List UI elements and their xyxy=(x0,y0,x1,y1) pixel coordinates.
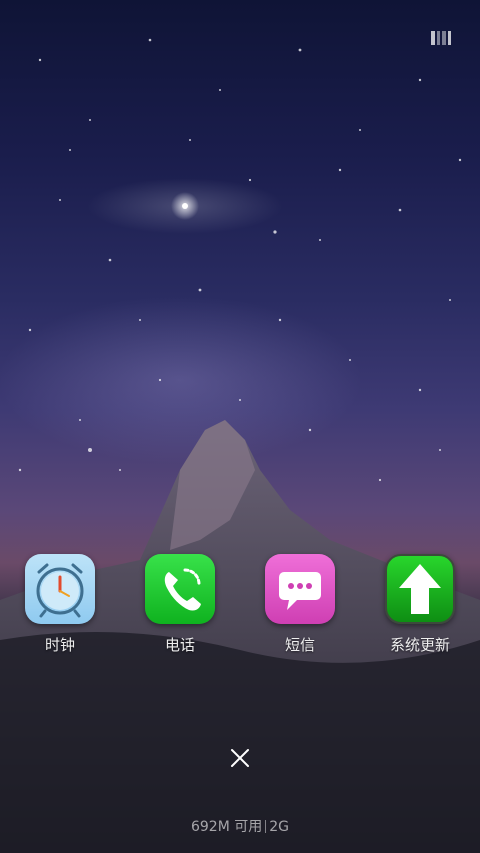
app-phone[interactable]: 电话 xyxy=(120,554,240,655)
memory-available: 692M 可用 xyxy=(190,819,263,835)
app-label: 电话 xyxy=(164,636,195,654)
app-label: 时钟 xyxy=(44,636,75,654)
recent-apps-icon[interactable] xyxy=(431,31,451,45)
alarm-clock-icon xyxy=(25,554,95,624)
message-icon xyxy=(265,554,335,624)
app-label: 系统更新 xyxy=(389,636,450,654)
phone-icon xyxy=(145,554,215,624)
network-type: 2G xyxy=(269,819,290,835)
update-arrow-icon xyxy=(385,554,455,624)
starfield xyxy=(0,38,480,853)
recent-apps-dock: 时钟 电话 短信 系统更新 xyxy=(0,554,480,664)
wallpaper xyxy=(0,0,480,853)
app-sms[interactable]: 短信 xyxy=(240,554,360,655)
memory-status: 692M 可用 2G xyxy=(0,816,480,836)
app-system-update[interactable]: 系统更新 xyxy=(360,554,480,655)
app-label: 短信 xyxy=(284,636,315,654)
close-icon[interactable] xyxy=(226,744,254,772)
app-clock[interactable]: 时钟 xyxy=(0,554,120,655)
separator xyxy=(265,820,267,833)
